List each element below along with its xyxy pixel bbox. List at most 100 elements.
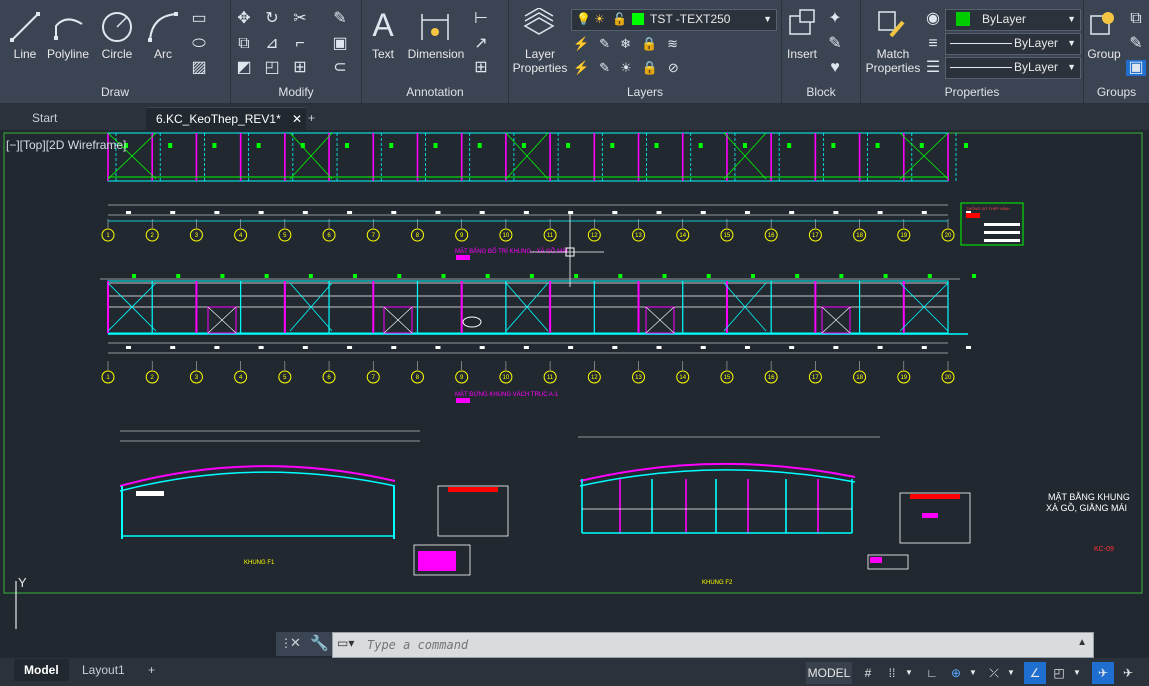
linear-dim-icon[interactable]: ⊢: [470, 11, 492, 27]
lineweight-icon[interactable]: ☰: [923, 60, 943, 76]
chevron-down-icon[interactable]: ▼: [904, 662, 914, 684]
arc-icon: [146, 10, 180, 44]
grid-icon[interactable]: #: [858, 662, 878, 684]
line-button[interactable]: Line: [6, 47, 44, 61]
viewport-controls[interactable]: [−][Top][2D Wireframe]: [6, 138, 126, 152]
text-button[interactable]: Text: [366, 47, 400, 61]
match-properties-button[interactable]: Match Properties: [863, 47, 923, 75]
grid-number: 13: [635, 233, 642, 239]
chevron-down-icon[interactable]: ▼: [968, 662, 978, 684]
erase-icon[interactable]: ✎: [329, 11, 351, 27]
table-icon[interactable]: ⊞: [470, 60, 492, 76]
edit-block-icon[interactable]: ✎: [824, 36, 846, 52]
grid-number: 19: [900, 233, 907, 239]
ellipse-icon[interactable]: ⬭: [188, 36, 210, 52]
grid-array-icon[interactable]: ⊞: [289, 60, 311, 76]
chevron-down-icon: ▼: [1067, 38, 1076, 48]
layer-tools-row2-icon[interactable]: ⚡✎☀🔒⊘: [573, 60, 773, 76]
tab-layout1[interactable]: Layout1: [72, 659, 135, 681]
ucs-icon: Y X: [15, 575, 27, 629]
rotate-icon[interactable]: ↻: [261, 11, 283, 27]
create-block-icon[interactable]: ✦: [824, 11, 846, 27]
annotation-visibility-icon[interactable]: ✈: [1118, 662, 1138, 684]
wrench-icon[interactable]: 🔧: [310, 634, 329, 652]
layer-properties-button[interactable]: Layer Properties: [511, 47, 569, 75]
arc-button[interactable]: Arc: [146, 47, 180, 61]
grid-number: 8: [416, 375, 420, 381]
polyline-icon: [52, 10, 86, 44]
linetype-icon[interactable]: ≡: [923, 36, 943, 52]
leader-icon[interactable]: ↗: [470, 36, 492, 52]
layer-properties-label-1: Layer: [524, 47, 556, 61]
group-button[interactable]: Group: [1084, 47, 1124, 61]
model-space-button[interactable]: MODEL: [806, 662, 852, 684]
command-line[interactable]: ▭▾ ▲: [332, 632, 1094, 658]
add-layout-button[interactable]: +: [138, 659, 165, 681]
rectangle-icon[interactable]: ▭: [188, 11, 210, 27]
snap-icon[interactable]: ⁞⁞: [882, 662, 902, 684]
close-icon[interactable]: ✕: [290, 635, 301, 651]
circle-button[interactable]: Circle: [98, 47, 136, 61]
trim-icon[interactable]: ✂: [289, 11, 311, 27]
stretch-icon[interactable]: ◩: [233, 60, 255, 76]
offset-icon[interactable]: ⊂: [329, 60, 351, 76]
isodraft-icon[interactable]: ⤫: [984, 662, 1004, 684]
dimension-button[interactable]: Dimension: [406, 47, 466, 61]
polar-icon[interactable]: ⊕: [946, 662, 966, 684]
block-panel: Insert ✦ ✎ ♥ Block: [782, 0, 861, 103]
grid-number: 20: [945, 375, 952, 381]
annotation-panel-title[interactable]: Annotation: [362, 85, 508, 99]
chevron-up-icon[interactable]: ▲: [1077, 637, 1087, 648]
ortho-icon[interactable]: ∟: [922, 662, 942, 684]
mirror-icon[interactable]: ⊿: [261, 36, 283, 52]
block-attribute-icon[interactable]: ♥: [824, 60, 846, 76]
tab-model[interactable]: Model: [14, 659, 69, 681]
group-edit-icon[interactable]: ✎: [1126, 36, 1146, 52]
chevron-down-icon[interactable]: ▼: [1006, 662, 1016, 684]
text-icon: A: [372, 7, 394, 43]
sheet-number: KC-09: [1094, 546, 1114, 553]
grid-number: 4: [239, 375, 243, 381]
insert-button[interactable]: Insert: [782, 47, 822, 61]
grid-number: 7: [372, 233, 376, 239]
osnap-icon[interactable]: ∠: [1024, 662, 1046, 684]
tab-start[interactable]: Start: [22, 107, 67, 130]
grid-number: 3: [195, 375, 199, 381]
hatch-icon[interactable]: ▨: [188, 60, 210, 76]
chevron-down-icon: ▼: [763, 14, 772, 24]
grid-number: 13: [635, 375, 642, 381]
command-input[interactable]: [365, 635, 1069, 655]
ungroup-icon[interactable]: ⧉: [1126, 11, 1146, 27]
color-dropdown[interactable]: ByLayer ▼: [945, 9, 1081, 31]
modify-panel-title[interactable]: Modify: [231, 85, 361, 99]
command-prompt-icon: ▭▾: [337, 636, 355, 650]
layers-panel-title[interactable]: Layers: [509, 85, 781, 99]
layer-dropdown[interactable]: 💡 ☀ 🔓 TST -TEXT250 ▼: [571, 9, 777, 31]
fillet-icon[interactable]: ⌐: [289, 36, 311, 52]
lineweight-line: [950, 67, 1012, 68]
new-tab-button[interactable]: +: [298, 107, 325, 130]
move-icon[interactable]: ✥: [233, 11, 255, 27]
group-select-icon[interactable]: ▣: [1126, 60, 1146, 76]
drawing-viewport[interactable]: MẶT BẰNG BỐ TRÍ KHUNG - XÀ GỒ MÁI THÔNG …: [0, 131, 1149, 629]
grid-number: 10: [503, 375, 510, 381]
scale-icon[interactable]: ◰: [261, 60, 283, 76]
color-wheel-icon[interactable]: ◉: [923, 11, 943, 27]
layer-tools-row1-icon[interactable]: ⚡✎❄🔒≋: [573, 36, 773, 52]
groups-panel-title[interactable]: Groups: [1084, 85, 1149, 99]
color-swatch: [956, 12, 970, 26]
draw-panel-title[interactable]: Draw: [0, 85, 230, 99]
grid-number: 16: [768, 233, 775, 239]
otrack-icon[interactable]: ◰: [1048, 662, 1070, 684]
tab-drawing[interactable]: 6.KC_KeoThep_REV1* ✕: [146, 107, 306, 131]
chevron-down-icon[interactable]: ▼: [1072, 662, 1082, 684]
polyline-button[interactable]: Polyline: [44, 47, 92, 61]
annotation-scale-icon[interactable]: ✈: [1092, 662, 1114, 684]
array-icon[interactable]: ▣: [329, 36, 351, 52]
properties-panel-title[interactable]: Properties: [861, 85, 1083, 99]
copy-icon[interactable]: ⧉: [233, 36, 255, 52]
linetype-dropdown[interactable]: ByLayer ▼: [945, 33, 1081, 55]
block-panel-title[interactable]: Block: [782, 85, 860, 99]
legend-title-text: THÔNG SỐ THÉP HÌNH: [966, 206, 1010, 211]
lineweight-dropdown[interactable]: ByLayer ▼: [945, 57, 1081, 79]
